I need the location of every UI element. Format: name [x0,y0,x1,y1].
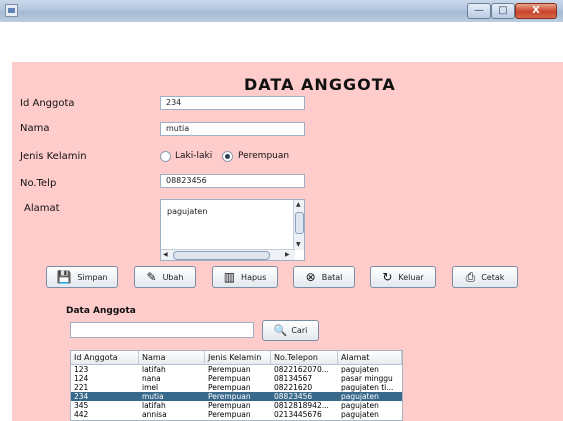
cell-jenis-kelamin: Perempuan [208,410,251,419]
cell-alamat: pagujaten [341,410,379,419]
radio-laki-laki-label: Laki-laki [175,151,213,161]
telp-label: No.Telp [20,178,57,189]
page-title: DATA ANGGOTA [244,75,396,94]
cell-nama: latifah [142,365,166,374]
cetak-button[interactable]: ⎙ Cetak [452,266,518,288]
batal-label: Batal [321,272,343,282]
cell-telepon: 08823456 [274,392,313,401]
cell-alamat: pagujaten [341,365,379,374]
id-field[interactable]: 234 [160,96,305,110]
radio-perempuan[interactable] [222,151,233,162]
close-button[interactable]: X [515,3,557,19]
hapus-label: Hapus [241,272,267,282]
col-no-telepon[interactable]: No.Telepon [271,351,338,364]
scroll-down-icon[interactable]: ▼ [296,241,301,249]
ubah-button[interactable]: ✎ Ubah [134,266,196,288]
cell-alamat: pagujaten [341,401,379,410]
cell-id: 221 [74,383,89,392]
data-anggota-heading: Data Anggota [66,306,136,316]
telp-field[interactable]: 08823456 [160,174,305,188]
search-icon: 🔍 [273,324,288,337]
cell-nama: latifah [142,401,166,410]
pencil-icon: ✎ [146,270,157,284]
cell-telepon: 0812818942... [274,401,329,410]
col-id-anggota[interactable]: Id Anggota [71,351,139,364]
ubah-label: Ubah [162,272,184,282]
simpan-button[interactable]: 💾 Simpan [46,266,118,288]
cell-telepon: 0822162070... [274,365,329,374]
cell-id: 123 [74,365,89,374]
scroll-up-icon[interactable]: ▲ [296,201,301,209]
keluar-label: Keluar [398,272,424,282]
hscroll-thumb[interactable] [173,251,270,260]
radio-perempuan-label: Perempuan [238,151,290,161]
scroll-right-icon[interactable]: ▶ [285,251,290,259]
cell-jenis-kelamin: Perempuan [208,401,251,410]
table-header: Id Anggota Nama Jenis Kelamin No.Telepon… [71,351,402,365]
col-nama[interactable]: Nama [139,351,205,364]
simpan-label: Simpan [77,272,108,282]
cancel-icon: ⊗ [305,270,316,284]
table-row[interactable]: 124 nana Perempuan 08134567 pasar minggu [71,374,402,383]
cell-telepon: 0213445676 [274,410,322,419]
cetak-label: Cetak [481,272,505,282]
menu-area [0,22,563,62]
alamat-label: Alamat [24,203,60,214]
cell-nama: imel [142,383,159,392]
cell-telepon: 08221620 [274,383,313,392]
hapus-button[interactable]: ▥ Hapus [212,266,278,288]
col-alamat[interactable]: Alamat [338,351,402,364]
scroll-thumb[interactable] [295,212,304,234]
nama-label: Nama [20,123,50,134]
cell-nama: annisa [142,410,167,419]
nama-field[interactable]: mutia [160,122,305,136]
search-input[interactable] [70,322,254,338]
cell-jenis-kelamin: Perempuan [208,383,251,392]
cell-alamat: pagujaten [341,392,379,401]
table-row[interactable]: 442 annisa Perempuan 0213445676 pagujate… [71,410,402,419]
batal-button[interactable]: ⊗ Batal [293,266,355,288]
cari-label: Cari [291,326,308,335]
radio-laki-laki[interactable] [160,151,171,162]
cell-jenis-kelamin: Perempuan [208,392,251,401]
anggota-table[interactable]: Id Anggota Nama Jenis Kelamin No.Telepon… [70,350,403,421]
table-row[interactable]: 221 imel Perempuan 08221620 pagujaten ti… [71,383,402,392]
cell-nama: nana [142,374,161,383]
cell-jenis-kelamin: Perempuan [208,374,251,383]
cell-id: 124 [74,374,89,383]
keluar-button[interactable]: ↻ Keluar [370,266,436,288]
cell-id: 442 [74,410,89,419]
cell-telepon: 08134567 [274,374,313,383]
table-row[interactable]: 123 latifah Perempuan 0822162070... pagu… [71,365,402,374]
col-jenis-kelamin[interactable]: Jenis Kelamin [205,351,271,364]
scroll-left-icon[interactable]: ◀ [163,251,168,259]
id-label: Id Anggota [20,98,75,109]
cell-id: 234 [74,392,89,401]
app-icon [5,4,18,17]
printer-icon: ⎙ [465,270,476,284]
title-bar: — □ X [0,0,563,23]
cell-alamat: pagujaten ti... [341,383,394,392]
horizontal-scrollbar[interactable]: ◀ ▶ [161,249,295,260]
trash-icon: ▥ [223,270,236,284]
save-icon: 💾 [56,270,72,284]
alamat-textarea[interactable]: pagujaten ▲ ▼ ◀ ▶ [160,199,305,261]
cell-alamat: pasar minggu [341,374,393,383]
cell-jenis-kelamin: Perempuan [208,365,251,374]
table-row[interactable]: 345 latifah Perempuan 0812818942... pagu… [71,401,402,410]
cari-button[interactable]: 🔍 Cari [262,320,319,341]
jenis-kelamin-label: Jenis Kelamin [20,151,87,162]
vertical-scrollbar[interactable]: ▲ ▼ [293,200,304,250]
maximize-button[interactable]: □ [491,3,515,19]
cell-id: 345 [74,401,89,410]
refresh-icon: ↻ [382,270,393,284]
alamat-text: pagujaten [167,207,208,216]
minimize-button[interactable]: — [467,3,491,19]
cell-nama: mutia [142,392,164,401]
table-row-selected[interactable]: 234 mutia Perempuan 08823456 pagujaten [71,392,402,401]
